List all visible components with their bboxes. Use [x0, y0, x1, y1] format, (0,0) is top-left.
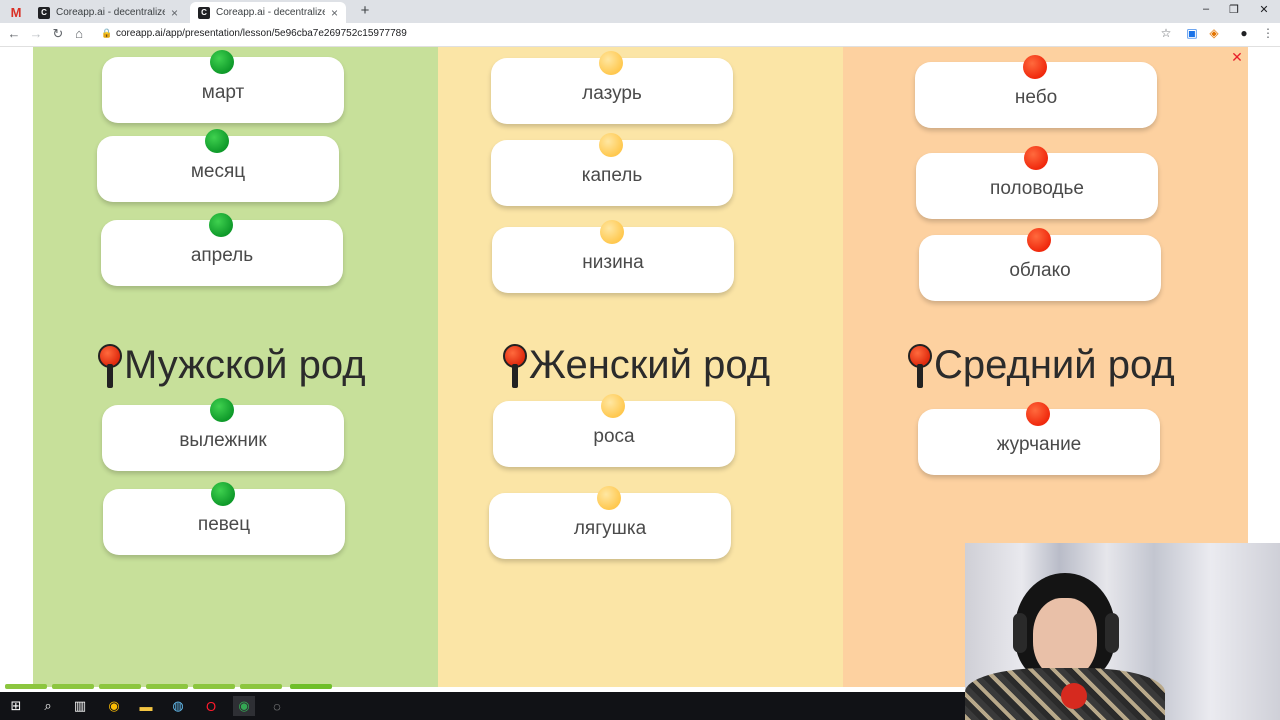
- word-label: апрель: [190, 245, 254, 266]
- word-label: лягушка: [573, 518, 647, 539]
- pin-icon: [601, 394, 625, 418]
- pin-icon: [205, 129, 229, 153]
- progress-segment[interactable]: [240, 684, 282, 689]
- tab-title: Coreapp.ai - decentralized online: [216, 7, 325, 18]
- steam-icon[interactable]: ◍: [167, 696, 189, 716]
- pin-icon: [600, 220, 624, 244]
- pin-icon: [1024, 146, 1048, 170]
- home-icon[interactable]: ⌂: [71, 26, 87, 41]
- browser-tab-1[interactable]: C Coreapp.ai - decentralized online ×: [30, 2, 186, 23]
- pin-icon: [209, 213, 233, 237]
- word-label: март: [201, 82, 245, 103]
- gmail-icon: M: [10, 4, 22, 20]
- progress-segment-current[interactable]: [290, 684, 332, 689]
- file-explorer-icon[interactable]: ▬: [135, 696, 157, 716]
- task-view-icon[interactable]: ▥: [69, 696, 91, 716]
- opera-icon[interactable]: O: [200, 696, 222, 716]
- progress-segment[interactable]: [99, 684, 141, 689]
- chrome-active-icon[interactable]: ◉: [233, 696, 255, 716]
- pin-icon: [210, 398, 234, 422]
- coreapp-favicon-icon: C: [198, 6, 210, 19]
- progress-segment[interactable]: [193, 684, 235, 689]
- pin-icon: [1023, 55, 1047, 79]
- tab-title: Coreapp.ai - decentralized online: [56, 7, 165, 18]
- browser-toolbar: ← → ↻ ⌂ 🔒 coreapp.ai/app/presentation/le…: [0, 23, 1280, 47]
- gmail-tab[interactable]: M: [4, 2, 28, 22]
- browser-tab-2-active[interactable]: C Coreapp.ai - decentralized online ×: [190, 2, 346, 23]
- lesson-progress: [0, 684, 960, 690]
- restore-icon[interactable]: ❐: [1224, 3, 1244, 16]
- extension-icon[interactable]: ▣: [1184, 26, 1200, 40]
- category-heading-neuter: Средний род: [908, 343, 1175, 388]
- chrome-icon[interactable]: ◉: [103, 696, 125, 716]
- pin-icon: [211, 482, 235, 506]
- word-label: лазурь: [582, 83, 642, 104]
- heading-text: Средний род: [934, 343, 1175, 387]
- word-label: капель: [581, 165, 643, 186]
- headset-icon: [1013, 613, 1027, 653]
- word-label: небо: [1014, 87, 1058, 108]
- word-label: роса: [593, 426, 635, 447]
- lock-icon: 🔒: [101, 28, 113, 38]
- search-icon[interactable]: ⌕: [37, 696, 59, 716]
- webcam-video-overlay: [965, 543, 1280, 720]
- progress-segment[interactable]: [5, 684, 47, 689]
- word-label: облако: [1009, 260, 1071, 281]
- presenter-face: [1033, 598, 1097, 678]
- profile-avatar-icon[interactable]: ●: [1236, 26, 1252, 40]
- marker-pin-icon: [503, 343, 527, 388]
- pin-icon: [210, 50, 234, 74]
- bookmark-star-icon[interactable]: ☆: [1158, 26, 1174, 40]
- pin-icon: [597, 486, 621, 510]
- minimize-icon[interactable]: –: [1196, 3, 1216, 15]
- word-label: журчание: [996, 434, 1082, 455]
- forward-icon[interactable]: →: [28, 26, 44, 41]
- marker-pin-icon: [98, 343, 122, 388]
- menu-icon[interactable]: ⋮: [1260, 26, 1276, 40]
- word-label: певец: [197, 514, 251, 535]
- tab-close-icon[interactable]: ×: [171, 6, 178, 20]
- back-icon[interactable]: ←: [6, 26, 22, 41]
- address-bar[interactable]: coreapp.ai/app/presentation/lesson/5e96c…: [116, 28, 407, 39]
- windows-start-icon[interactable]: ⊞: [5, 696, 27, 716]
- progress-segment[interactable]: [52, 684, 94, 689]
- new-tab-button[interactable]: +: [356, 2, 374, 19]
- pin-icon: [1027, 228, 1051, 252]
- pin-icon: [1026, 402, 1050, 426]
- word-label: месяц: [190, 161, 246, 182]
- word-label: вылежник: [179, 430, 267, 451]
- coreapp-favicon-icon: C: [38, 6, 50, 19]
- tab-close-icon[interactable]: ×: [331, 6, 338, 20]
- rose-brooch: [1061, 683, 1087, 709]
- category-heading-masculine: Мужской род: [98, 343, 366, 388]
- close-fullscreen-icon[interactable]: ✕: [1228, 49, 1246, 65]
- heading-text: Женский род: [529, 343, 771, 387]
- marker-pin-icon: [908, 343, 932, 388]
- heading-text: Мужской род: [124, 343, 366, 387]
- pin-icon: [599, 133, 623, 157]
- category-heading-feminine: Женский род: [503, 343, 770, 388]
- browser-tab-bar: M C Coreapp.ai - decentralized online × …: [0, 0, 1280, 23]
- window-close-icon[interactable]: ✕: [1254, 3, 1274, 16]
- pin-icon: [599, 51, 623, 75]
- progress-segment[interactable]: [146, 684, 188, 689]
- app-icon[interactable]: ◌: [266, 696, 288, 716]
- word-label: низина: [582, 252, 644, 273]
- headset-icon: [1105, 613, 1119, 653]
- extension-icon[interactable]: ◈: [1206, 26, 1222, 40]
- word-label: половодье: [990, 178, 1084, 199]
- reload-icon[interactable]: ↻: [50, 26, 66, 42]
